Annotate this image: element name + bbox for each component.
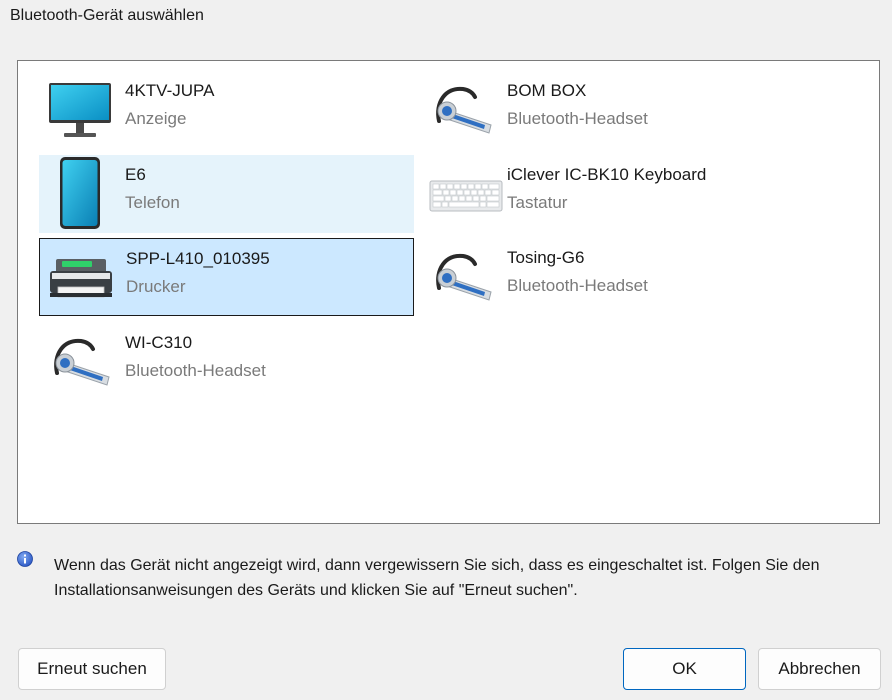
phone-icon	[47, 157, 113, 229]
device-name: iClever IC-BK10 Keyboard	[507, 165, 707, 184]
headset-icon	[429, 240, 495, 312]
device-type: Bluetooth-Headset	[507, 276, 648, 295]
device-item-bom-box[interactable]: BOM BOX Bluetooth-Headset	[421, 71, 796, 149]
device-name: WI-C310	[125, 333, 193, 352]
device-name: E6	[125, 165, 146, 184]
device-item-e6[interactable]: E6 Telefon	[39, 155, 414, 233]
device-type: Bluetooth-Headset	[507, 109, 648, 128]
device-item-wi-c310[interactable]: WI-C310 Bluetooth-Headset	[39, 323, 414, 401]
device-name: SPP-L410_010395	[126, 249, 270, 268]
device-type: Anzeige	[125, 109, 187, 128]
device-item-4ktv-jupa[interactable]: 4KTV-JUPA Anzeige	[39, 71, 414, 149]
headset-icon	[429, 73, 495, 145]
device-name: 4KTV-JUPA	[125, 81, 215, 100]
printer-icon	[48, 241, 114, 313]
device-name: BOM BOX	[507, 81, 587, 100]
device-type: Drucker	[126, 277, 186, 296]
ok-button[interactable]: OK	[623, 648, 746, 690]
rescan-button[interactable]: Erneut suchen	[18, 648, 166, 690]
device-list[interactable]: 4KTV-JUPA Anzeige BOM BOX Bluetooth-Head…	[17, 60, 880, 524]
device-item-tosing-g6[interactable]: Tosing-G6 Bluetooth-Headset	[421, 238, 796, 316]
device-type: Telefon	[125, 193, 180, 212]
device-type: Bluetooth-Headset	[125, 361, 266, 380]
device-type: Tastatur	[507, 193, 568, 212]
headset-icon	[47, 325, 113, 397]
cancel-button[interactable]: Abbrechen	[758, 648, 881, 690]
device-name: Tosing-G6	[507, 248, 585, 267]
info-icon	[17, 551, 33, 567]
keyboard-icon	[429, 157, 503, 229]
window-title: Bluetooth-Gerät auswählen	[10, 7, 204, 24]
info-message: Wenn das Gerät nicht angezeigt wird, dan…	[54, 557, 820, 599]
device-item-spp-l410[interactable]: SPP-L410_010395 Drucker	[39, 238, 414, 316]
device-item-iclever-keyboard[interactable]: iClever IC-BK10 Keyboard Tastatur	[421, 155, 796, 233]
monitor-icon	[47, 73, 113, 145]
